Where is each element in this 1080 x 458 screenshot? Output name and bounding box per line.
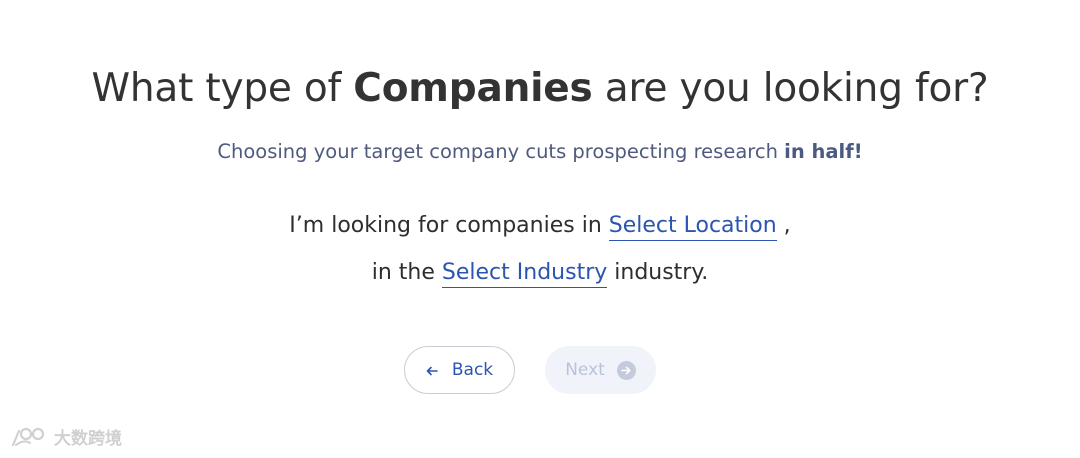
page-title: What type of Companies are you looking f… [0, 66, 1080, 111]
page-subtitle-emphasis: in half! [784, 140, 863, 163]
industry-sentence: in the Select Industry industry. [0, 260, 1080, 289]
page-title-part2: are you looking for? [592, 66, 989, 111]
watermark-text: 大数跨境 [54, 429, 122, 449]
next-button[interactable]: Next [545, 346, 656, 394]
location-sentence-suffix: , [776, 213, 791, 238]
watermark-logo-icon [11, 427, 45, 446]
page-subtitle-text: Choosing your target company cuts prospe… [217, 140, 785, 163]
industry-sentence-suffix: industry. [607, 260, 709, 285]
location-sentence: I’m looking for companies in Select Loca… [0, 213, 1080, 242]
industry-sentence-prefix: in the [371, 260, 442, 285]
arrow-left-icon [426, 361, 438, 380]
back-button[interactable]: Back [404, 346, 515, 394]
back-button-label: Back [451, 360, 494, 380]
select-industry-dropdown[interactable]: Select Industry [441, 260, 608, 289]
location-sentence-prefix: I’m looking for companies in [289, 213, 609, 238]
select-location-dropdown[interactable]: Select Location [608, 213, 777, 242]
arrow-right-circle-icon [616, 360, 636, 380]
next-button-label: Next [565, 360, 605, 380]
page-title-emphasis: Companies [353, 66, 593, 111]
page-title-part1: What type of [91, 66, 354, 111]
page-subtitle: Choosing your target company cuts prospe… [0, 140, 1080, 163]
watermark: 大数跨境 [10, 424, 122, 449]
